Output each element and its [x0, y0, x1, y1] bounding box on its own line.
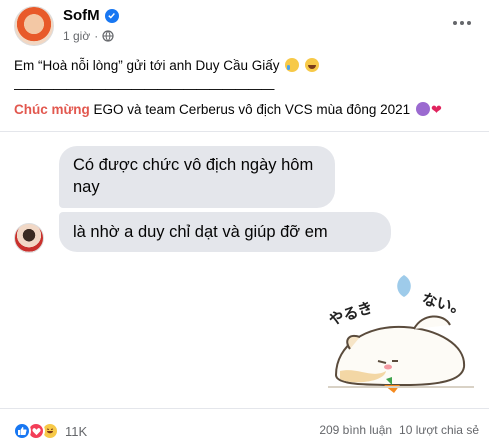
author-row: SofM — [63, 7, 119, 24]
post-line1-text: Em “Hoà nỗi lòng” gửi tới anh Duy Cầu Gi… — [14, 58, 280, 73]
share-count[interactable]: 10 lượt chia sẻ — [399, 423, 479, 437]
reaction-count[interactable]: 11K — [65, 424, 87, 439]
post-stats: 209 bình luận 10 lượt chia sẻ — [319, 423, 479, 437]
globe-icon[interactable] — [102, 30, 114, 42]
like-reaction-icon — [13, 422, 31, 440]
heart-emoji-icon: ❤ — [430, 102, 442, 117]
person-emoji-icon — [415, 102, 430, 116]
post-footer: 11K 209 bình luận 10 lượt chia sẻ — [0, 412, 489, 447]
lazy-bunny-sticker-icon: やるき ない。 — [327, 275, 474, 393]
post-text-line3: Chúc mừng EGO và team Cerberus vô địch V… — [14, 101, 442, 119]
chat-sender-avatar — [14, 223, 44, 253]
laughing-emoji-icon — [305, 58, 320, 72]
reaction-summary[interactable]: 11K — [13, 422, 87, 440]
post-meta: 1 giờ · — [63, 29, 114, 43]
post-divider-line: ———————————————————— — [14, 81, 275, 96]
congrats-highlight: Chúc mừng — [14, 102, 90, 117]
chat-screenshot-image[interactable]: Có được chức vô địch ngày hôm nay là nhờ… — [0, 131, 489, 409]
post-time[interactable]: 1 giờ — [63, 29, 90, 43]
post-text-line1: Em “Hoà nỗi lòng” gửi tới anh Duy Cầu Gi… — [14, 57, 320, 75]
comment-count[interactable]: 209 bình luận — [319, 423, 392, 437]
more-options-icon[interactable] — [450, 11, 474, 35]
sticker-text-left: やるき — [327, 298, 375, 329]
chat-bubble-1: Có được chức vô địch ngày hôm nay — [59, 146, 335, 208]
chat-bubble-2: là nhờ a duy chỉ dạt và giúp đỡ em — [59, 212, 391, 252]
meta-separator: · — [94, 29, 99, 43]
post-header: SofM 1 giờ · — [0, 0, 489, 50]
author-avatar[interactable] — [14, 6, 54, 46]
verified-badge-icon — [104, 8, 119, 23]
congrats-text: EGO và team Cerberus vô địch VCS mùa đôn… — [89, 102, 411, 117]
sticker-text-right: ない。 — [420, 290, 468, 319]
avatar-art-icon — [15, 7, 53, 45]
crying-emoji-icon — [285, 58, 300, 72]
author-name[interactable]: SofM — [63, 7, 100, 24]
